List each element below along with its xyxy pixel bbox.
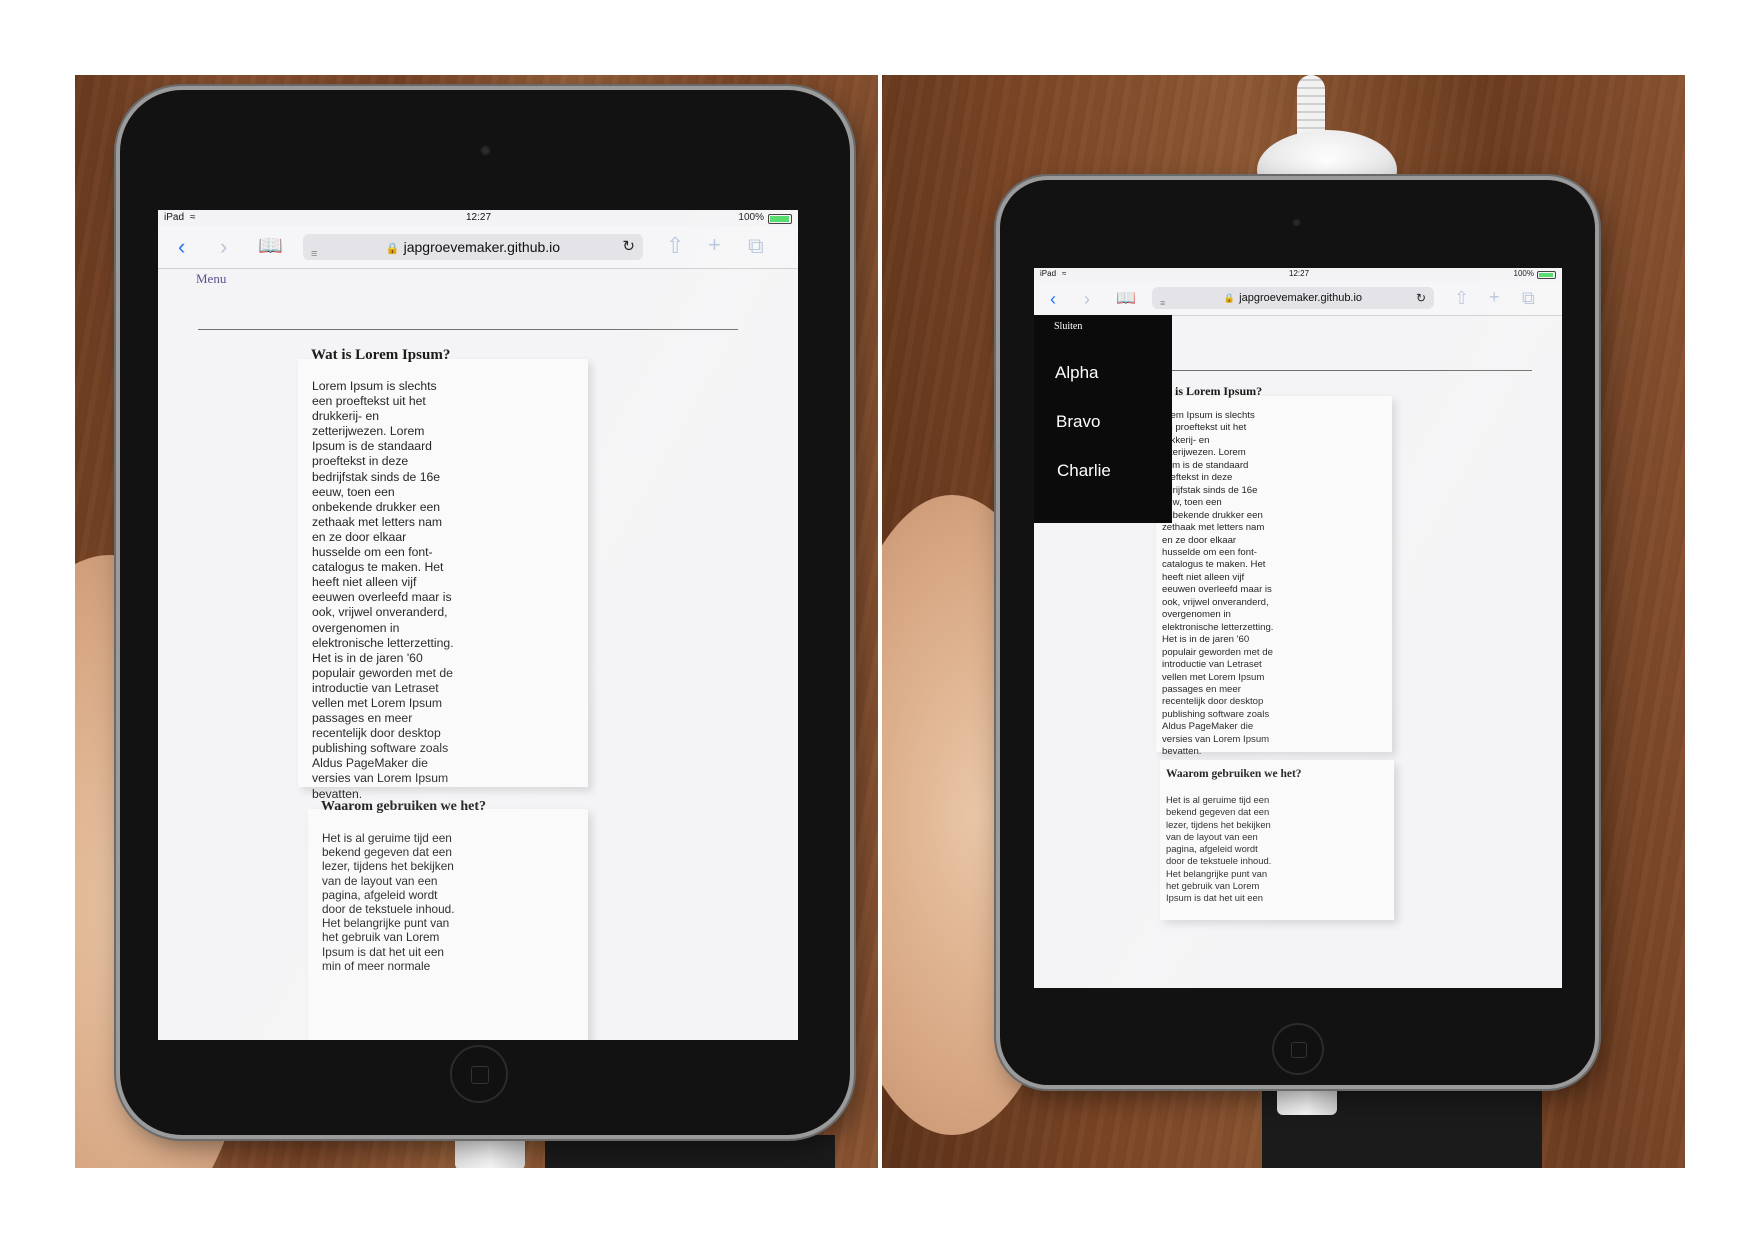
url-text: japgroevemaker.github.io	[403, 239, 561, 255]
clock: 12:27	[466, 212, 492, 223]
drawer-item-alpha[interactable]: Alpha	[1055, 363, 1098, 383]
plus-icon[interactable]: +	[708, 234, 721, 256]
address-bar[interactable]: ≡ 🔒 japgroevemaker.github.io ↻	[1152, 287, 1434, 309]
section-heading: Waarom gebruiken we het?	[321, 799, 487, 814]
lock-icon: 🔒	[1223, 293, 1236, 303]
wifi-icon: ≈	[190, 212, 196, 223]
section-body: orem Ipsum is slechts en proeftekst uit …	[1162, 410, 1274, 758]
book-icon[interactable]: 📖	[258, 235, 283, 257]
front-camera-icon	[1292, 218, 1301, 227]
menu-link[interactable]: Menu	[196, 271, 226, 287]
battery-percentage: 100%	[1513, 269, 1534, 278]
lock-icon: 🔒	[385, 243, 400, 255]
section-body: Het is al geruime tijd een bekend gegeve…	[1166, 794, 1272, 904]
battery-icon	[768, 214, 792, 224]
chevron-right-icon[interactable]: ›	[1084, 288, 1090, 310]
section-heading: Waarom gebruiken we het?	[1166, 768, 1302, 780]
chevron-left-icon[interactable]: ‹	[178, 236, 185, 258]
reader-icon[interactable]: ≡	[311, 241, 317, 267]
plus-icon[interactable]: +	[1489, 286, 1500, 308]
tabs-icon[interactable]: ⧉	[748, 235, 764, 257]
ipad-screen: iPad ≈ 12:27 100% ‹ › 📖 ≡ 🔒 japgroevemake…	[1034, 268, 1562, 988]
ipad-device: iPad ≈ 12:27 100% ‹ › 📖 ≡ 🔒 japgroevemake…	[120, 90, 850, 1135]
safari-toolbar: ‹ › 📖 ≡ 🔒 japgroevemaker.github.io ↻ ⇧ + …	[1034, 281, 1562, 316]
battery-icon	[1537, 271, 1556, 279]
clock: 12:27	[1289, 269, 1310, 278]
share-icon[interactable]: ⇧	[1454, 287, 1469, 309]
drawer-item-bravo[interactable]: Bravo	[1056, 412, 1100, 432]
section-heading: at is Lorem Ipsum?	[1162, 384, 1263, 398]
charging-stand	[545, 1135, 835, 1168]
section-body: Het is al geruime tijd een bekend gegeve…	[322, 831, 455, 973]
chevron-left-icon[interactable]: ‹	[1050, 288, 1056, 310]
reader-icon[interactable]: ≡	[1160, 292, 1165, 314]
chevron-right-icon[interactable]: ›	[220, 236, 227, 258]
tabs-icon[interactable]: ⧉	[1522, 287, 1535, 309]
status-bar: iPad ≈ 12:27 100%	[158, 210, 798, 226]
drawer-item-charlie[interactable]: Charlie	[1057, 461, 1111, 481]
nav-drawer: Sluiten Alpha Bravo Charlie	[1034, 315, 1172, 523]
ipad-device: iPad ≈ 12:27 100% ‹ › 📖 ≡ 🔒 japgroevemake…	[1000, 180, 1595, 1085]
carrier-label: iPad	[164, 212, 185, 223]
carrier-label: iPad	[1040, 269, 1057, 278]
section-body: Lorem Ipsum is slechts een proeftekst ui…	[312, 379, 454, 801]
url-text: japgroevemaker.github.io	[1239, 292, 1363, 304]
reload-icon[interactable]: ↻	[622, 234, 635, 260]
wifi-icon: ≈	[1062, 269, 1067, 278]
divider	[198, 329, 738, 330]
front-camera-icon	[480, 145, 491, 156]
web-page: Menu Wat is Lorem Ipsum? Lorem Ipsum is …	[158, 269, 798, 1040]
photo-left: iPad ≈ 12:27 100% ‹ › 📖 ≡ 🔒 japgroevemake…	[75, 75, 878, 1168]
address-bar[interactable]: ≡ 🔒 japgroevemaker.github.io ↻	[303, 234, 643, 260]
home-button[interactable]	[450, 1045, 508, 1103]
status-bar: iPad ≈ 12:27 100%	[1034, 268, 1562, 281]
ipad-screen: iPad ≈ 12:27 100% ‹ › 📖 ≡ 🔒 japgroevemake…	[158, 210, 798, 1040]
book-icon[interactable]: 📖	[1116, 288, 1136, 310]
safari-toolbar: ‹ › 📖 ≡ 🔒 japgroevemaker.github.io ↻ ⇧ + …	[158, 226, 798, 269]
photo-right: iPad ≈ 12:27 100% ‹ › 📖 ≡ 🔒 japgroevemake…	[882, 75, 1685, 1168]
battery-percentage: 100%	[738, 212, 764, 223]
home-button[interactable]	[1272, 1023, 1324, 1075]
close-drawer-link[interactable]: Sluiten	[1054, 321, 1082, 332]
section-heading: Wat is Lorem Ipsum?	[311, 347, 451, 363]
divider	[1154, 370, 1532, 371]
reload-icon[interactable]: ↻	[1416, 287, 1426, 309]
share-icon[interactable]: ⇧	[666, 235, 684, 257]
